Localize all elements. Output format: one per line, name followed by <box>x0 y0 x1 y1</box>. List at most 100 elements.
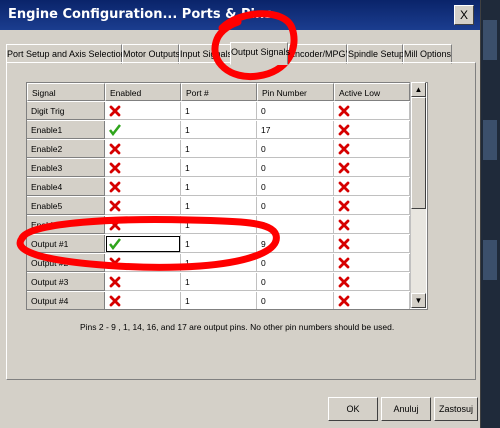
port-cell[interactable]: 1 <box>181 254 257 272</box>
pin-number-cell[interactable]: 17 <box>257 121 334 139</box>
red-x-icon <box>338 276 350 288</box>
enabled-cell[interactable] <box>105 254 181 272</box>
active-low-cell[interactable] <box>334 197 410 215</box>
red-x-icon <box>109 257 121 269</box>
pin-number-cell[interactable]: 0 <box>257 159 334 177</box>
grid-header-row: Signal Enabled Port # Pin Number Active … <box>27 83 410 102</box>
port-cell[interactable]: 1 <box>181 292 257 309</box>
signal-name-cell: Output #2 <box>27 254 105 272</box>
pin-number-cell[interactable]: 9 <box>257 235 334 253</box>
header-signal[interactable]: Signal <box>27 83 105 101</box>
enabled-cell[interactable] <box>105 216 181 234</box>
table-row: Output #1 1 9 <box>27 235 410 254</box>
background-stripe <box>483 120 497 160</box>
apply-button[interactable]: Zastosuj <box>434 397 478 421</box>
table-row: Enable1 1 17 <box>27 121 410 140</box>
enabled-cell[interactable] <box>105 140 181 158</box>
enabled-cell[interactable] <box>105 273 181 291</box>
tab-encoder-mpg[interactable]: Encoder/MPG's <box>288 44 352 64</box>
table-row: Output #3 1 0 <box>27 273 410 292</box>
red-x-icon <box>109 105 121 117</box>
signal-name-cell: Enable2 <box>27 140 105 158</box>
red-x-icon <box>338 238 350 250</box>
table-row: Output #4 1 0 <box>27 292 410 309</box>
enabled-cell[interactable] <box>105 121 181 139</box>
pin-number-cell[interactable]: 0 <box>257 273 334 291</box>
header-pin-number[interactable]: Pin Number <box>257 83 334 101</box>
red-x-icon <box>109 162 121 174</box>
title-bar[interactable]: Engine Configuration... Ports & Pins X <box>0 0 480 30</box>
tab-spindle-setup[interactable]: Spindle Setup <box>347 44 404 64</box>
tab-port-setup[interactable]: Port Setup and Axis Selection <box>6 44 126 64</box>
enabled-cell[interactable] <box>105 292 181 309</box>
pin-number-cell[interactable]: 0 <box>257 292 334 309</box>
pin-number-cell[interactable]: 0 <box>257 140 334 158</box>
signal-name-cell: Enable4 <box>27 178 105 196</box>
signal-name-cell: Output #3 <box>27 273 105 291</box>
tab-output-signals[interactable]: Output Signals <box>230 42 290 65</box>
red-x-icon <box>109 143 121 155</box>
signal-name-cell: Enable1 <box>27 121 105 139</box>
port-cell[interactable]: 1 <box>181 102 257 120</box>
pin-number-cell[interactable]: 0 <box>257 254 334 272</box>
port-cell[interactable]: 1 <box>181 216 257 234</box>
active-low-cell[interactable] <box>334 254 410 272</box>
signal-name-cell: Digit Trig <box>27 102 105 120</box>
port-cell[interactable]: 1 <box>181 121 257 139</box>
pin-number-cell[interactable]: 0 <box>257 216 334 234</box>
pin-number-cell[interactable]: 0 <box>257 102 334 120</box>
red-x-icon <box>338 200 350 212</box>
tab-mill-options[interactable]: Mill Options <box>403 44 452 64</box>
scroll-thumb[interactable] <box>411 97 426 209</box>
active-low-cell[interactable] <box>334 140 410 158</box>
background-desktop <box>481 0 500 428</box>
signal-name-cell: Output #1 <box>27 235 105 253</box>
red-x-icon <box>338 295 350 307</box>
red-x-icon <box>338 105 350 117</box>
header-active-low[interactable]: Active Low <box>334 83 410 101</box>
signal-name-cell: Enable3 <box>27 159 105 177</box>
active-low-cell[interactable] <box>334 121 410 139</box>
red-x-icon <box>109 181 121 193</box>
port-cell[interactable]: 1 <box>181 178 257 196</box>
tab-motor-outputs[interactable]: Motor Outputs <box>122 44 180 64</box>
port-cell[interactable]: 1 <box>181 197 257 215</box>
header-port[interactable]: Port # <box>181 83 257 101</box>
enabled-cell[interactable] <box>105 197 181 215</box>
green-check-icon <box>109 124 121 137</box>
grid-vertical-scrollbar[interactable]: ▲ ▼ <box>410 82 426 308</box>
scroll-up-icon[interactable]: ▲ <box>411 82 426 97</box>
active-low-cell[interactable] <box>334 159 410 177</box>
scroll-down-icon[interactable]: ▼ <box>411 293 426 308</box>
header-enabled[interactable]: Enabled <box>105 83 181 101</box>
pin-number-cell[interactable]: 0 <box>257 197 334 215</box>
cancel-button[interactable]: Anuluj <box>381 397 431 421</box>
port-cell[interactable]: 1 <box>181 235 257 253</box>
active-low-cell[interactable] <box>334 216 410 234</box>
output-signals-grid: Signal Enabled Port # Pin Number Active … <box>26 82 428 310</box>
tab-input-signals[interactable]: Input Signals <box>179 44 232 64</box>
enabled-cell[interactable] <box>105 235 181 253</box>
close-button[interactable]: X <box>454 5 474 25</box>
red-x-icon <box>338 124 350 136</box>
window-title: Engine Configuration... Ports & Pins <box>8 7 272 22</box>
active-low-cell[interactable] <box>334 102 410 120</box>
ok-button[interactable]: OK <box>328 397 378 421</box>
red-x-icon <box>338 219 350 231</box>
engine-config-window: Engine Configuration... Ports & Pins X P… <box>0 0 481 428</box>
table-row: Output #2 1 0 <box>27 254 410 273</box>
active-low-cell[interactable] <box>334 178 410 196</box>
port-cell[interactable]: 1 <box>181 140 257 158</box>
active-low-cell[interactable] <box>334 292 410 309</box>
enabled-cell[interactable] <box>105 178 181 196</box>
enabled-cell[interactable] <box>105 159 181 177</box>
background-stripe <box>483 20 497 60</box>
active-low-cell[interactable] <box>334 235 410 253</box>
enabled-cell[interactable] <box>105 102 181 120</box>
active-low-cell[interactable] <box>334 273 410 291</box>
output-pins-info: Pins 2 - 9 , 1, 14, 16, and 17 are outpu… <box>80 322 395 332</box>
red-x-icon <box>338 181 350 193</box>
pin-number-cell[interactable]: 0 <box>257 178 334 196</box>
port-cell[interactable]: 1 <box>181 273 257 291</box>
port-cell[interactable]: 1 <box>181 159 257 177</box>
